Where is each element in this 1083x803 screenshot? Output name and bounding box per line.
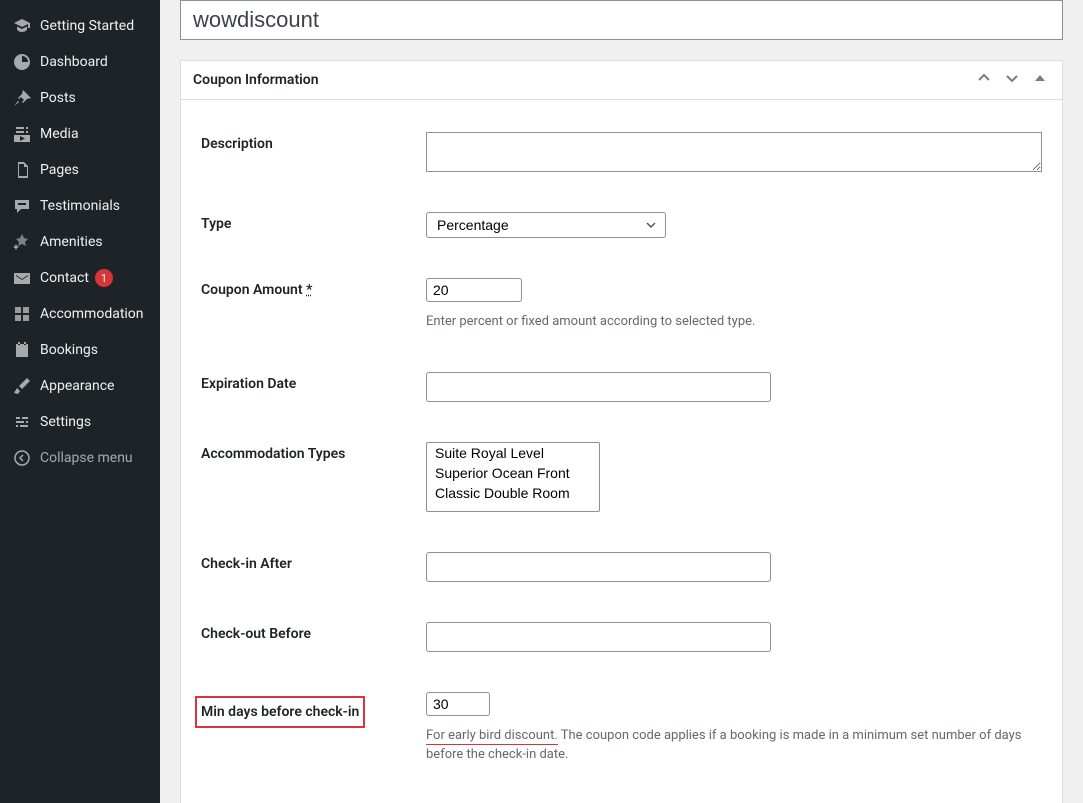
sidebar-item-label: Media <box>40 126 79 142</box>
panel-move-down-icon[interactable] <box>1002 71 1022 89</box>
label-expiration-date: Expiration Date <box>201 372 426 392</box>
calendar-icon <box>12 340 32 360</box>
label-description: Description <box>201 132 426 152</box>
panel-body: Description Type Percentage Coupon Amoun… <box>181 100 1062 803</box>
sidebar-item-label: Dashboard <box>40 54 108 70</box>
label-min-days: Min days before check-in <box>201 692 426 728</box>
row-type: Type Percentage <box>201 192 1042 258</box>
pin-icon <box>12 88 32 108</box>
sidebar-item-pages[interactable]: Pages <box>0 152 160 188</box>
row-description: Description <box>201 112 1042 192</box>
chat-icon <box>12 196 32 216</box>
collapse-label: Collapse menu <box>40 450 133 466</box>
label-accommodation-types: Accommodation Types <box>201 442 426 462</box>
coupon-title-input[interactable] <box>180 0 1063 40</box>
sidebar-item-label: Accommodation <box>40 306 144 322</box>
brush-icon <box>12 376 32 396</box>
type-select[interactable]: Percentage <box>426 212 666 238</box>
page-icon <box>12 160 32 180</box>
min-days-input[interactable] <box>426 692 490 716</box>
expiration-date-input[interactable] <box>426 372 771 402</box>
main-content: Coupon Information Description Type <box>160 0 1083 803</box>
graduation-icon <box>12 16 32 36</box>
required-indicator: * <box>306 282 312 298</box>
amenities-icon <box>12 232 32 252</box>
coupon-amount-help: Enter percent or fixed amount according … <box>426 312 1042 332</box>
sidebar-item-label: Contact <box>40 270 89 286</box>
checkout-before-input[interactable] <box>426 622 771 652</box>
row-max-days: Max days before check-in For last minute… <box>201 785 1042 803</box>
sidebar-item-amenities[interactable]: Amenities <box>0 224 160 260</box>
row-coupon-amount: Coupon Amount * Enter percent or fixed a… <box>201 258 1042 352</box>
row-min-days: Min days before check-in For early bird … <box>201 672 1042 785</box>
checkin-after-input[interactable] <box>426 552 771 582</box>
panel-header: Coupon Information <box>181 61 1062 100</box>
sidebar-item-dashboard[interactable]: Dashboard <box>0 44 160 80</box>
collapse-icon <box>12 448 32 468</box>
admin-sidebar: Getting Started Dashboard Posts Media Pa… <box>0 0 160 803</box>
panel-title: Coupon Information <box>193 72 319 88</box>
label-coupon-amount: Coupon Amount * <box>201 278 426 298</box>
row-checkout-before: Check-out Before <box>201 602 1042 672</box>
description-textarea[interactable] <box>426 132 1042 172</box>
sidebar-item-label: Getting Started <box>40 18 134 34</box>
panel-move-up-icon[interactable] <box>974 71 994 89</box>
sidebar-item-label: Bookings <box>40 342 98 358</box>
contact-badge: 1 <box>95 269 113 287</box>
label-type: Type <box>201 212 426 232</box>
sidebar-item-bookings[interactable]: Bookings <box>0 332 160 368</box>
sidebar-item-testimonials[interactable]: Testimonials <box>0 188 160 224</box>
sidebar-item-label: Testimonials <box>40 198 120 214</box>
sidebar-item-posts[interactable]: Posts <box>0 80 160 116</box>
sidebar-item-label: Settings <box>40 414 91 430</box>
row-accommodation-types: Accommodation Types Suite Royal Level Su… <box>201 422 1042 532</box>
sidebar-item-label: Amenities <box>40 234 103 250</box>
sidebar-item-accommodation[interactable]: Accommodation <box>0 296 160 332</box>
dashboard-icon <box>12 52 32 72</box>
media-icon <box>12 124 32 144</box>
coupon-information-panel: Coupon Information Description Type <box>180 60 1063 803</box>
row-checkin-after: Check-in After <box>201 532 1042 602</box>
grid-icon <box>12 304 32 324</box>
row-expiration-date: Expiration Date <box>201 352 1042 422</box>
mail-icon <box>12 268 32 288</box>
sidebar-item-label: Posts <box>40 90 76 106</box>
collapse-menu[interactable]: Collapse menu <box>0 440 160 476</box>
label-checkin-after: Check-in After <box>201 552 426 572</box>
sidebar-item-settings[interactable]: Settings <box>0 404 160 440</box>
sidebar-item-appearance[interactable]: Appearance <box>0 368 160 404</box>
sidebar-item-label: Pages <box>40 162 79 178</box>
panel-toggle-icon[interactable] <box>1030 72 1050 88</box>
sidebar-item-getting-started[interactable]: Getting Started <box>0 8 160 44</box>
sidebar-item-contact[interactable]: Contact 1 <box>0 260 160 296</box>
settings-icon <box>12 412 32 432</box>
panel-header-actions <box>974 71 1050 89</box>
label-checkout-before: Check-out Before <box>201 622 426 642</box>
sidebar-item-label: Appearance <box>40 378 114 394</box>
min-days-help: For early bird discount. The coupon code… <box>426 726 1042 765</box>
coupon-amount-input[interactable] <box>426 278 522 302</box>
sidebar-item-media[interactable]: Media <box>0 116 160 152</box>
accommodation-types-select[interactable]: Suite Royal Level Superior Ocean Front C… <box>426 442 600 512</box>
